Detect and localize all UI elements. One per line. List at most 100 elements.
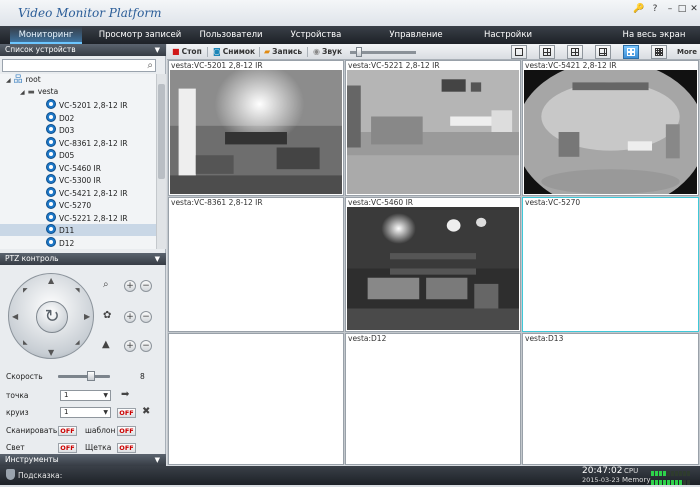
- zoom-out-button[interactable]: −: [140, 280, 152, 292]
- zoom-in-button[interactable]: +: [124, 280, 136, 292]
- dvr-icon: ▬: [27, 87, 35, 96]
- menu-devices[interactable]: Устройства: [284, 26, 348, 44]
- record-button[interactable]: ▰ Запись: [264, 46, 302, 58]
- tree-scrollbar[interactable]: [156, 74, 166, 249]
- shield-icon: [6, 469, 15, 480]
- layout-1-button[interactable]: [511, 45, 527, 59]
- record-icon: ▰: [264, 47, 271, 56]
- camera-device-icon: [46, 186, 56, 197]
- pattern-toggle[interactable]: OFF: [117, 426, 136, 436]
- tree-group[interactable]: ◢ ▬ vesta: [20, 86, 58, 98]
- video-feed[interactable]: [524, 70, 697, 194]
- help-button[interactable]: ?: [648, 3, 662, 15]
- menu-playback[interactable]: Просмотр записей: [94, 26, 186, 44]
- tree-item-device[interactable]: VC-8361 2,8-12 IR: [0, 136, 156, 149]
- iris-open-button[interactable]: +: [124, 340, 136, 352]
- video-cell[interactable]: vesta:VC-5421 2,8-12 IR: [522, 60, 699, 196]
- scrollbar-thumb[interactable]: [158, 84, 165, 179]
- video-feed[interactable]: [347, 70, 519, 194]
- slider-knob[interactable]: [86, 371, 95, 381]
- menu-monitoring[interactable]: Мониторинг: [10, 26, 82, 44]
- tree-item-device[interactable]: D12: [0, 236, 156, 249]
- arrow-right-icon[interactable]: ▶: [84, 312, 90, 321]
- menu-management[interactable]: Управление: [384, 26, 448, 44]
- volume-slider[interactable]: [350, 47, 416, 57]
- auto-rotate-icon[interactable]: ↻: [36, 301, 68, 333]
- arrow-up-icon[interactable]: ▲: [48, 276, 54, 285]
- video-cell[interactable]: vesta:VC-5221 2,8-12 IR: [345, 60, 521, 196]
- focus-in-button[interactable]: +: [124, 311, 136, 323]
- tree-item-label: D03: [59, 126, 75, 135]
- video-cell[interactable]: vesta:VC-5460 IR: [345, 197, 521, 332]
- layout-16-button[interactable]: [651, 45, 667, 59]
- key-icon[interactable]: 🔑: [632, 3, 646, 15]
- close-button[interactable]: ✕: [687, 3, 700, 15]
- preset-select[interactable]: 1 ▼: [60, 390, 111, 401]
- tree-item-device[interactable]: VC-5221 2,8-12 IR: [0, 211, 156, 224]
- slider-knob[interactable]: [356, 47, 362, 57]
- menu-fullscreen[interactable]: На весь экран: [616, 26, 692, 44]
- video-cell[interactable]: vesta:VC-8361 2,8-12 IR: [168, 197, 344, 332]
- arrow-down-left-icon[interactable]: ◣: [23, 339, 28, 346]
- search-icon[interactable]: ⌕: [147, 60, 153, 72]
- tools-header[interactable]: Инструменты ▼: [0, 454, 166, 466]
- video-cell[interactable]: vesta:D13: [522, 333, 699, 465]
- ptz-direction-pad[interactable]: ▲ ▼ ◀ ▶ ◤ ◥ ◣ ◢ ↻: [8, 273, 94, 359]
- meter-segment: [679, 480, 682, 485]
- focus-out-button[interactable]: −: [140, 311, 152, 323]
- iris-close-button[interactable]: −: [140, 340, 152, 352]
- tree-item-device[interactable]: VC-5421 2,8-12 IR: [0, 186, 156, 199]
- cruise-select[interactable]: 1 ▼: [60, 407, 111, 418]
- video-cell[interactable]: [168, 333, 344, 465]
- arrow-down-right-icon[interactable]: ◢: [75, 339, 80, 346]
- menu-users[interactable]: Пользователи: [194, 26, 268, 44]
- tools-icon[interactable]: ✖: [142, 406, 150, 417]
- stop-button[interactable]: ■ Стоп: [172, 46, 202, 58]
- brush-toggle[interactable]: OFF: [117, 443, 136, 453]
- goto-arrow-icon[interactable]: ➡: [121, 389, 129, 400]
- arrow-up-left-icon[interactable]: ◤: [23, 287, 28, 294]
- video-cell-label: vesta:VC-8361 2,8-12 IR: [171, 198, 263, 207]
- arrow-down-icon[interactable]: ▼: [48, 348, 54, 357]
- cruise-toggle[interactable]: OFF: [117, 408, 136, 418]
- light-toggle[interactable]: OFF: [58, 443, 77, 453]
- expand-triangle-icon[interactable]: ◢: [20, 87, 25, 99]
- tree-item-device[interactable]: D03: [0, 124, 156, 136]
- speed-label: Скорость: [6, 372, 43, 381]
- meter-segment: [663, 480, 666, 485]
- tree-item-device[interactable]: D05: [0, 149, 156, 161]
- video-feed[interactable]: [347, 207, 519, 330]
- device-search-input[interactable]: ⌕: [2, 59, 156, 72]
- pattern-label: шаблон: [85, 426, 116, 435]
- layout-9-button[interactable]: [623, 45, 639, 59]
- camera-device-icon: [46, 199, 56, 209]
- tree-item-device[interactable]: VC-5201 2,8-12 IR: [0, 99, 156, 111]
- scan-toggle[interactable]: OFF: [58, 426, 77, 436]
- video-cell[interactable]: vesta:VC-5270: [522, 197, 699, 332]
- device-list-header[interactable]: Список устройств ▼: [0, 44, 166, 56]
- layout-8-button[interactable]: [595, 45, 611, 59]
- layout-6-button[interactable]: [567, 45, 583, 59]
- arrow-up-right-icon[interactable]: ◥: [75, 287, 80, 294]
- layout-4-button[interactable]: [539, 45, 555, 59]
- tree-item-device[interactable]: VC-5270: [0, 199, 156, 211]
- tree-item-device[interactable]: VC-5460 IR: [0, 161, 156, 174]
- tree-item-device[interactable]: VC-5300 IR: [0, 174, 156, 186]
- more-button[interactable]: More: [677, 46, 697, 58]
- camera-device-icon: [46, 124, 56, 134]
- video-feed[interactable]: [170, 70, 342, 194]
- tree-item-device[interactable]: D02: [0, 111, 156, 124]
- tree-item-device[interactable]: D11: [0, 224, 156, 236]
- expand-triangle-icon[interactable]: ◢: [6, 75, 11, 87]
- tree-root[interactable]: ◢ 品 root: [6, 74, 41, 86]
- ptz-header[interactable]: PTZ контроль ▼: [0, 253, 166, 265]
- video-cell[interactable]: vesta:VC-5201 2,8-12 IR: [168, 60, 344, 196]
- arrow-left-icon[interactable]: ◀: [12, 312, 18, 321]
- snapshot-button[interactable]: ◙ Снимок: [213, 46, 255, 58]
- speed-slider[interactable]: [58, 371, 110, 381]
- video-cell[interactable]: vesta:D12: [345, 333, 521, 465]
- sound-button[interactable]: ◉ Звук: [313, 46, 342, 58]
- menu-settings[interactable]: Настройки: [480, 26, 536, 44]
- date: 2015-03-23: [582, 476, 620, 484]
- preset-label: точка: [6, 391, 29, 400]
